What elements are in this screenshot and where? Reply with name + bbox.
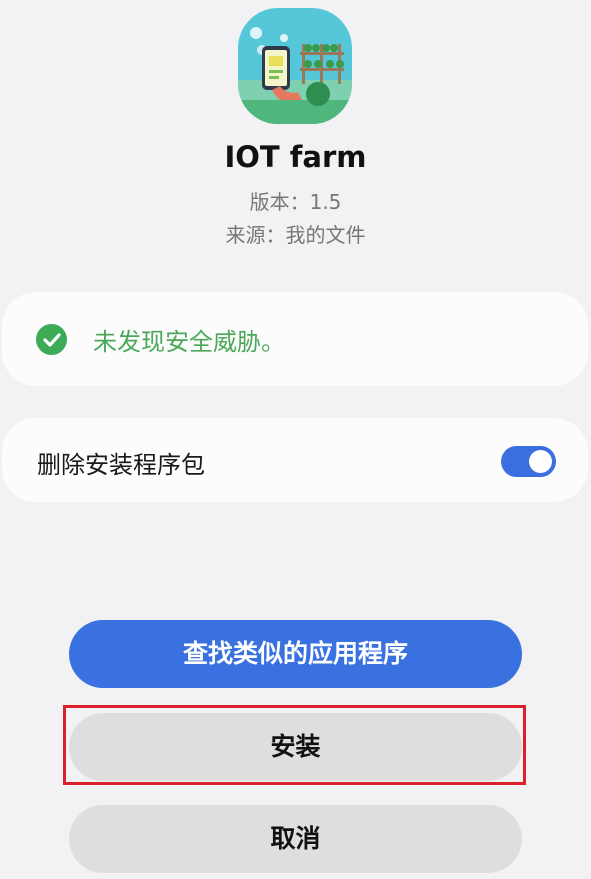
delete-package-label: 删除安装程序包 <box>37 451 205 479</box>
cancel-button[interactable]: 取消 <box>69 805 522 873</box>
app-version: 版本：1.5 <box>249 190 342 214</box>
delete-package-toggle[interactable] <box>501 446 556 477</box>
delete-package-card[interactable]: 删除安装程序包 <box>2 418 588 502</box>
app-name: IOT farm <box>224 140 367 174</box>
app-icon <box>238 8 352 124</box>
toggle-knob <box>529 450 552 473</box>
security-card: 未发现安全威胁。 <box>2 292 588 386</box>
app-source: 来源：我的文件 <box>225 223 366 247</box>
check-circle-icon <box>36 324 67 355</box>
install-highlight-box <box>63 705 526 785</box>
security-status-text: 未发现安全威胁。 <box>93 328 285 356</box>
find-similar-apps-button[interactable]: 查找类似的应用程序 <box>69 620 522 688</box>
